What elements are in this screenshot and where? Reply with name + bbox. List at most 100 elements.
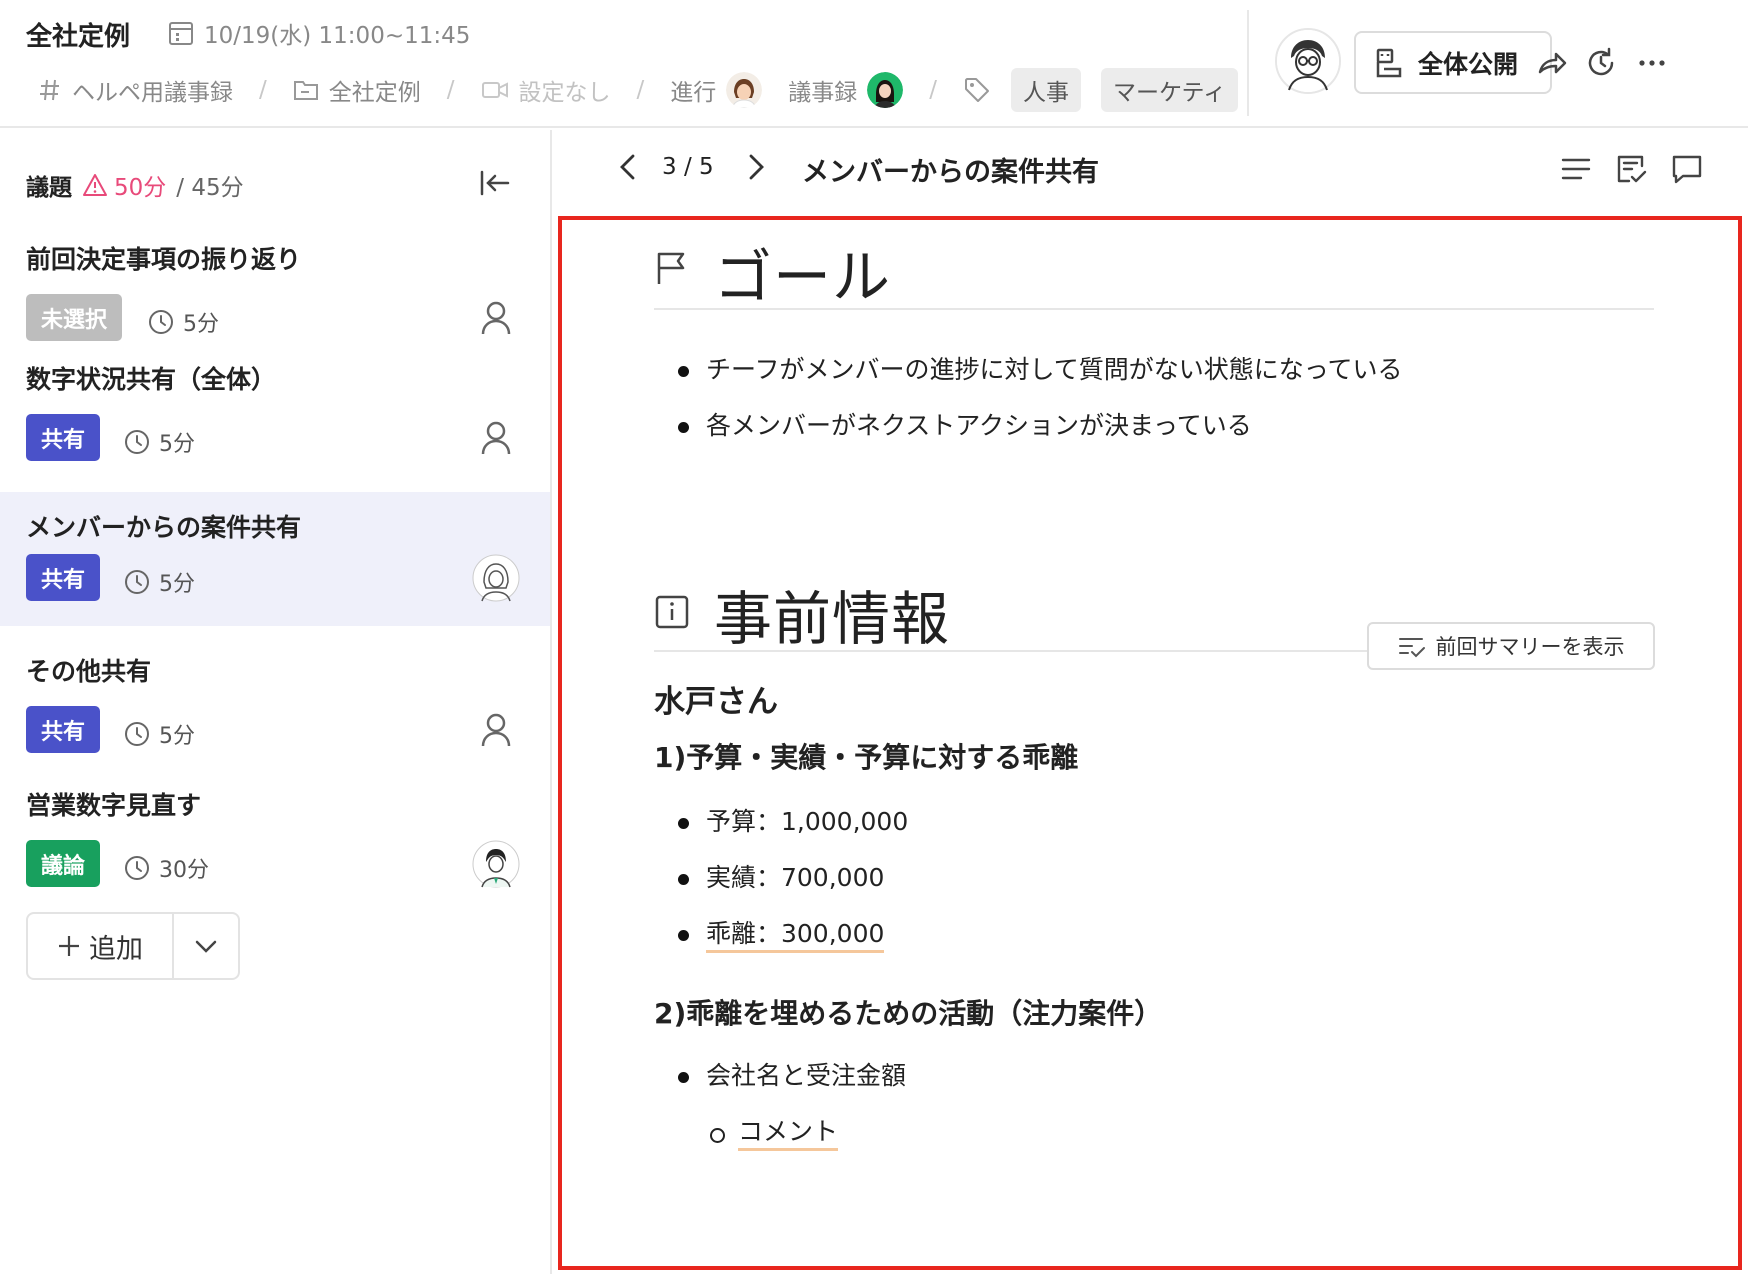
folder-link[interactable]: 全社定例: [293, 73, 421, 107]
agenda-item[interactable]: 前回決定事項の振り返り 未選択 5分: [0, 226, 550, 360]
agenda-item-active[interactable]: メンバーからの案件共有 共有 5分: [0, 492, 550, 626]
person-icon[interactable]: [472, 414, 520, 462]
page-counter: 3 / 5: [662, 154, 714, 180]
agenda-item-time[interactable]: 30分: [124, 852, 209, 884]
agenda-item-duration: 5分: [183, 312, 219, 337]
agenda-item[interactable]: 営業数字見直す 議論 30分: [0, 772, 550, 906]
goal-heading: ゴール: [714, 243, 892, 311]
agenda-item[interactable]: その他共有 共有 5分: [0, 638, 550, 772]
budget-bullets: 予算：1,000,000 実績：700,000 乖離：300,000: [678, 794, 908, 962]
add-agenda-button[interactable]: 追加: [28, 914, 174, 978]
minutes-taker[interactable]: 議事録: [788, 72, 904, 108]
meeting-datetime[interactable]: 10/19(水) 11:00~11:45: [168, 16, 470, 50]
agenda-type-badge[interactable]: 共有: [26, 414, 101, 461]
agenda-item-duration: 5分: [159, 432, 195, 457]
plus-icon: [57, 934, 81, 958]
header-actions: 全体公開: [1247, 10, 1748, 116]
video-setting[interactable]: 設定なし: [481, 73, 611, 107]
person-icon[interactable]: [472, 706, 520, 754]
warning-icon: [82, 173, 108, 197]
owner-avatar[interactable]: [472, 554, 520, 602]
owner-avatar[interactable]: [1275, 28, 1341, 94]
todo-list-icon[interactable]: [1614, 152, 1648, 186]
meta-separator: /: [636, 77, 645, 103]
minutes-label: 議事録: [788, 80, 858, 106]
section-heading[interactable]: 2)乖離を埋めるための活動（注力案件）: [654, 992, 1162, 1032]
agenda-item-time[interactable]: 5分: [124, 718, 195, 750]
goal-bullet[interactable]: 各メンバーがネクストアクションが決まっている: [678, 398, 1403, 454]
tag-icon: [963, 76, 991, 104]
company-bullet[interactable]: 会社名と受注金額: [678, 1048, 906, 1104]
chevron-left-icon[interactable]: [612, 150, 644, 184]
agenda-item[interactable]: 数字状況共有（全体） 共有 5分: [0, 346, 550, 480]
budget-bullet[interactable]: 予算：1,000,000: [678, 794, 908, 850]
video-camera-icon: [481, 79, 509, 101]
show-summary-label: 前回サマリーを表示: [1435, 635, 1625, 659]
agenda-type-badge[interactable]: 未選択: [26, 294, 123, 341]
more-icon[interactable]: [1635, 46, 1669, 80]
datetime-text: 10/19(水) 11:00~11:45: [204, 23, 471, 49]
agenda-header: 議題 50分 / 45分: [26, 168, 244, 202]
tag-chip[interactable]: マーケティ: [1101, 68, 1239, 112]
facilitator[interactable]: 進行: [670, 72, 763, 108]
minutes-taker-avatar: [867, 72, 904, 108]
person-heading[interactable]: 水戸さん: [654, 676, 778, 721]
planned-time: / 45分: [176, 175, 244, 201]
meta-separator: /: [259, 77, 267, 103]
agenda-sidebar: 議題 50分 / 45分 前回決定事項の振り返り 未選択 5分 数字状況共有（全…: [0, 130, 552, 1274]
total-time: 50分: [114, 175, 167, 201]
video-setting-text: 設定なし: [518, 80, 611, 106]
tag-chip[interactable]: 人事: [1011, 68, 1081, 112]
goal-bullet[interactable]: チーフがメンバーの進捗に対して質問がない状態になっている: [678, 342, 1403, 398]
activity-bullets: 会社名と受注金額 コメント: [678, 1048, 906, 1160]
owner-avatar[interactable]: [472, 840, 520, 888]
agenda-title: メンバーからの案件共有: [802, 157, 1099, 188]
chevron-right-icon[interactable]: [740, 150, 772, 184]
agenda-item-time[interactable]: 5分: [148, 306, 219, 338]
preinfo-heading: 事前情報: [714, 585, 951, 653]
add-dropdown-button[interactable]: [174, 914, 238, 978]
actual-bullet[interactable]: 実績：700,000: [678, 850, 908, 906]
agenda-item-duration: 30分: [159, 858, 209, 883]
flag-icon: [654, 250, 690, 286]
facilitator-avatar: [726, 72, 763, 108]
summary-list-icon: [1398, 634, 1426, 658]
calendar-icon: [168, 20, 194, 46]
time-over-warning: 50分: [82, 168, 166, 202]
agenda-toolbar: 3 / 5 メンバーからの案件共有: [554, 130, 1748, 206]
goal-section-header: ゴール: [654, 220, 1654, 311]
agenda-item-time[interactable]: 5分: [124, 566, 195, 598]
visibility-button[interactable]: 全体公開: [1354, 31, 1552, 94]
comment-bullet[interactable]: コメント: [710, 1104, 906, 1160]
section-heading[interactable]: 1)予算・実績・予算に対する乖離: [654, 736, 1078, 776]
info-icon: [654, 594, 690, 630]
comment-text: コメント: [738, 1117, 839, 1151]
agenda-item-duration: 5分: [159, 572, 195, 597]
agenda-type-badge[interactable]: 議論: [26, 840, 101, 887]
clock-icon: [124, 855, 150, 881]
agenda-label: 議題: [26, 175, 72, 201]
share-icon[interactable]: [1535, 46, 1569, 80]
agenda-type-badge[interactable]: 共有: [26, 554, 101, 601]
chevron-down-icon: [193, 933, 219, 959]
channel-link[interactable]: ヘルペ用議事録: [38, 73, 233, 107]
agenda-item-title: 営業数字見直す: [26, 791, 202, 820]
folder-name: 全社定例: [328, 80, 421, 106]
add-label: 追加: [89, 933, 143, 965]
comment-icon[interactable]: [1670, 152, 1704, 186]
meeting-title[interactable]: 全社定例: [26, 16, 130, 53]
agenda-item-duration: 5分: [159, 724, 195, 749]
collapse-sidebar-icon[interactable]: [478, 166, 512, 200]
agenda-item-title: その他共有: [26, 657, 152, 686]
list-icon[interactable]: [1559, 152, 1593, 186]
show-summary-button[interactable]: 前回サマリーを表示: [1367, 622, 1655, 670]
meta-separator: /: [929, 77, 937, 103]
facilitator-label: 進行: [670, 80, 717, 106]
history-icon[interactable]: [1584, 46, 1618, 80]
agenda-item-title: メンバーからの案件共有: [26, 513, 302, 542]
add-agenda-group: 追加: [26, 912, 240, 980]
gap-bullet[interactable]: 乖離：300,000: [678, 906, 908, 962]
agenda-item-time[interactable]: 5分: [124, 426, 195, 458]
agenda-type-badge[interactable]: 共有: [26, 706, 101, 753]
person-icon[interactable]: [472, 294, 520, 342]
